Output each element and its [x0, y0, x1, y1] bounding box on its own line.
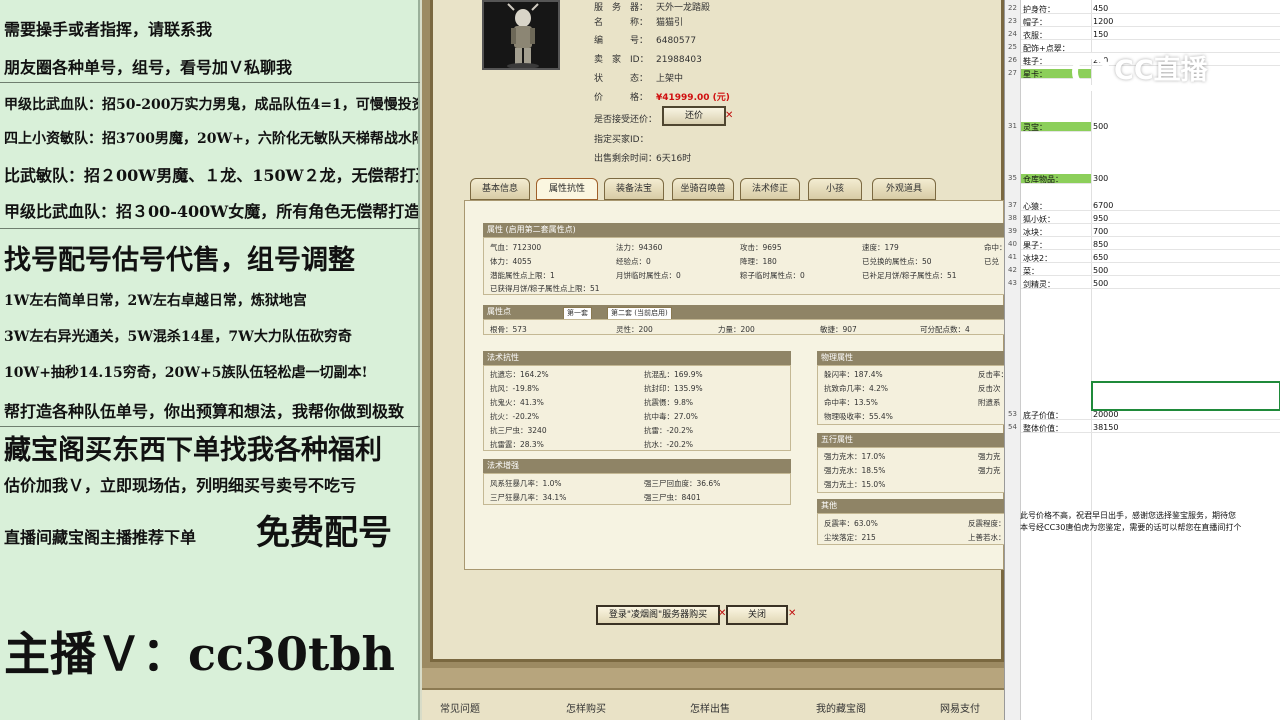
price-row: 价 格： ¥41999.00 (元)	[594, 93, 730, 103]
tab-appearance[interactable]: 外观道具	[872, 178, 936, 200]
treasure-pavilion-window: 服 务 器： 天外一龙踏殿 名 称： 猫猫引 编 号： 6480577 卖 家 ID：…	[422, 0, 1013, 720]
id-row: 编 号： 6480577	[594, 36, 697, 46]
name-row: 名 称： 猫猫引	[594, 18, 684, 28]
footer-link-my-pavilion[interactable]: 我的藏宝阁	[816, 700, 866, 715]
character-avatar	[482, 0, 560, 70]
ad-headline: 找号配号估号代售，组号调整	[4, 245, 355, 276]
appraisal-note-2: 本号经CC30唐伯虎为您鉴定，需要的话可以帮您在直播间打个	[1020, 523, 1242, 532]
footer-link-faq[interactable]: 常见问题	[440, 700, 480, 715]
streamer-contact: 主播Ｖ：cc30tbh	[4, 627, 395, 681]
sheet-row[interactable]: 底子价值： 20000	[1021, 410, 1280, 420]
footer-nav: 常见问题 怎样购买 怎样出售 我的藏宝阁 网易支付	[422, 688, 1004, 720]
screen: 需要操手或者指挥，请联系我 朋友圈各种单号，组号，看号加Ｖ私聊我 甲级比武血队：…	[0, 0, 1280, 720]
bargain-row: 是否接受还价：	[594, 115, 658, 125]
divider	[0, 82, 420, 83]
divider	[0, 426, 420, 427]
attr-grid: 气血：712300 法力：94360 攻击：9695 速度：179 命中： 体力…	[483, 237, 1007, 295]
ad-line-12: 估价加我Ｖ，立即现场估，列明细买号卖号不吃亏	[4, 476, 357, 495]
footer-link-netease-pay[interactable]: 网易支付	[940, 700, 980, 715]
seller-row: 卖 家 ID： 21988403	[594, 55, 702, 65]
price-value: ¥41999.00 (元)	[656, 93, 730, 103]
sheet-row[interactable]: 衣服： 150	[1021, 30, 1280, 40]
ad-line-10: 帮打造各种队伍单号，你出预算和想法，我帮你做到极致	[4, 402, 405, 421]
tab-mounts[interactable]: 坐骑召唤兽	[672, 178, 734, 200]
ad-line-1: 需要操手或者指挥，请联系我	[4, 20, 213, 39]
section-title: 物理属性	[817, 351, 1005, 365]
sheet-row[interactable]: 果子： 850	[1021, 240, 1280, 250]
character-portrait-icon	[484, 2, 558, 68]
valuation-spreadsheet: 护身符： 450 22 帽子： 1200 23 衣服： 150 24 配饰+点翠： 2…	[1004, 0, 1280, 720]
status-badge: 上架中	[656, 74, 684, 84]
appraisal-note-1: 此号价格不高，祝君早日出手，感谢您选择鉴宝服务，期待您	[1020, 511, 1236, 520]
section-title: 五行属性	[817, 433, 1005, 447]
section-title: 法术抗性	[483, 351, 791, 365]
ad-line-4: 四上小资敏队：招3700男魔，20W+，六阶化无敏队天梯帮战水陆４等１	[4, 131, 418, 147]
sheet-row[interactable]: 整体价值： 38150	[1021, 423, 1280, 433]
divider	[0, 228, 420, 229]
resist-grid: 抗遗忘：164.2% 抗风：-19.8% 抗鬼火：41.3% 抗火：-20.2%…	[483, 365, 791, 451]
close-icon[interactable]: ✕	[725, 111, 733, 121]
remain-row: 出售剩余时间：6天16时	[594, 154, 692, 164]
ad-line-7: 1W左右简单日常，2W左右卓越日常，炼狱地宫	[4, 293, 307, 309]
element-grid: 强力克木：17.0% 强力克水：18.5% 强力克土：15.0% 强力克 强力克	[817, 447, 1005, 493]
tab-equipment[interactable]: 装备法宝	[604, 178, 664, 200]
section-title: 其他	[817, 499, 1005, 513]
ad-line-11: 藏宝阁买东西下单找我各种福利	[4, 435, 382, 466]
tab-attributes[interactable]: 属性抗性	[536, 178, 598, 200]
bargain-button[interactable]: 还价	[662, 106, 726, 126]
server-row: 服 务 器： 天外一龙踏殿	[594, 3, 711, 13]
footer-link-how-to-buy[interactable]: 怎样购买	[566, 700, 606, 715]
free-match-badge: 免费配号	[256, 513, 392, 553]
row-header-strip	[1005, 0, 1021, 720]
close-icon[interactable]: ✕	[718, 609, 726, 619]
ad-line-9: 10W+抽秒14.15穷奇，20W+5族队伍轻松虐一切副本!	[4, 365, 368, 381]
streamer-ad-panel: 需要操手或者指挥，请联系我 朋友圈各种单号，组号，看号加Ｖ私聊我 甲级比武血队：…	[0, 0, 420, 720]
close-button[interactable]: 关闭	[726, 605, 788, 625]
login-server-buy-button[interactable]: 登录"凌烟阁"服务器购买	[596, 605, 720, 625]
sheet-row[interactable]: 帽子： 1200	[1021, 17, 1280, 27]
ad-line-8: 3W左右异光通关，5W混杀14星，7W大力队伍砍穷奇	[4, 329, 352, 345]
buyer-row: 指定买家ID：	[594, 135, 649, 145]
section-title: 法术增强	[483, 459, 791, 473]
ad-line-3: 甲级比武血队：招50-200万实力男鬼，成品队伍4=1，可慢慢投资	[4, 97, 418, 113]
ad-line-2: 朋友圈各种单号，组号，看号加Ｖ私聊我	[4, 58, 293, 77]
cc-ring-icon	[1072, 52, 1110, 91]
status-row: 状 态： 上架中	[594, 74, 684, 84]
ad-line-6: 甲级比武血队：招３00-400W女魔，所有角色无偿帮打造	[4, 202, 418, 221]
sheet-row[interactable]: 剑精灵： 500	[1021, 279, 1280, 289]
ad-line-5: 比武敏队：招２00W男魔、１龙、150W２龙，无偿帮打造	[4, 166, 418, 185]
tab-basic-info[interactable]: 基本信息	[470, 178, 530, 200]
other-grid: 反震率：63.0% 尘埃落定：215 反震程度： 上善若水：	[817, 513, 1006, 545]
boost-grid: 风系狂暴几率：1.0% 三尸狂暴几率：34.1% 强三尸回血度：36.6% 强三…	[483, 473, 791, 505]
column-gridline	[1091, 0, 1092, 720]
sheet-row[interactable]: 冰块： 700	[1021, 227, 1280, 237]
close-icon[interactable]: ✕	[788, 609, 796, 619]
attributes-panel: 属性 (启用第二套属性点) 气血：712300 法力：94360 攻击：9695…	[464, 200, 1013, 570]
footer-link-how-to-sell[interactable]: 怎样出售	[690, 700, 730, 715]
points-row: 根骨：573 灵性：200 力量：200 敏捷：907 可分配点数：4	[483, 319, 1005, 335]
sheet-row[interactable]: 心猿： 6700	[1021, 201, 1280, 211]
section-title: 属性 (启用第二套属性点)	[483, 223, 1005, 237]
sheet-row-highlight[interactable]: 灵宝：	[1021, 122, 1091, 132]
sheet-row[interactable]: 狐小妖： 950	[1021, 214, 1280, 224]
ad-line-13: 直播间藏宝阁主播推荐下单	[4, 528, 197, 547]
sheet-row-highlight[interactable]: 仓库物品：	[1021, 174, 1091, 184]
section-title: 属性点	[483, 305, 1005, 319]
cc-live-logo: CC直播	[1072, 48, 1242, 94]
selected-cell-range[interactable]	[1091, 381, 1280, 411]
sheet-row[interactable]: 护身符： 450	[1021, 4, 1280, 14]
physical-grid: 躲闪率：187.4% 抗致命几率：4.2% 命中率：13.5% 物理吸收率：55…	[817, 365, 1013, 425]
tab-spell-correction[interactable]: 法术修正	[740, 178, 800, 200]
sheet-row[interactable]: 冰块2： 650	[1021, 253, 1280, 263]
sheet-row[interactable]: 菜： 500	[1021, 266, 1280, 276]
tab-child[interactable]: 小孩	[808, 178, 862, 200]
